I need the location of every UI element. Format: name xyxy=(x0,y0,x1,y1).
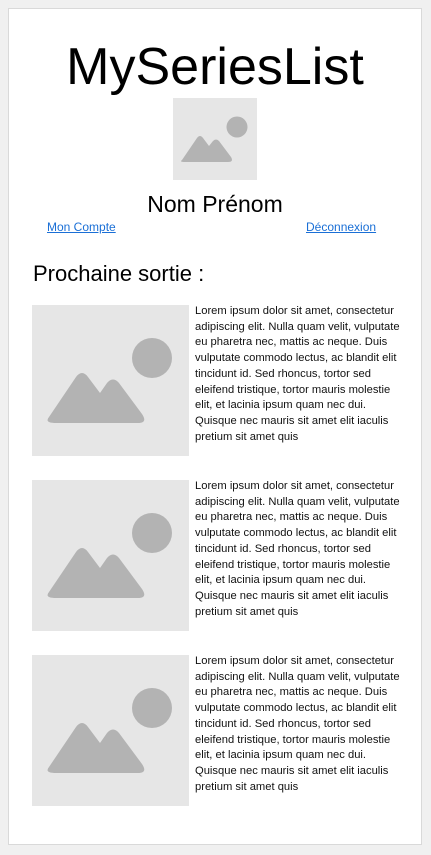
upcoming-list: Lorem ipsum dolor sit amet, consectetur … xyxy=(32,304,402,829)
app-title: MySeriesList xyxy=(66,38,364,96)
image-placeholder-icon xyxy=(32,480,189,631)
image-placeholder-icon xyxy=(173,98,257,180)
item-description: Lorem ipsum dolor sit amet, consectetur … xyxy=(195,655,400,793)
list-item[interactable]: Lorem ipsum dolor sit amet, consectetur … xyxy=(32,654,402,806)
list-item[interactable]: Lorem ipsum dolor sit amet, consectetur … xyxy=(32,479,402,631)
user-name: Nom Prénom xyxy=(147,191,283,217)
section-title: Prochaine sortie : xyxy=(33,261,205,286)
image-placeholder-icon xyxy=(32,655,189,806)
app-frame: MySeriesList Nom Prénom Mon Compte Décon… xyxy=(8,8,422,845)
list-item[interactable]: Lorem ipsum dolor sit amet, consectetur … xyxy=(32,304,402,456)
account-link[interactable]: Mon Compte xyxy=(47,220,116,234)
item-description: Lorem ipsum dolor sit amet, consectetur … xyxy=(195,480,400,618)
avatar[interactable] xyxy=(173,98,257,180)
logout-link[interactable]: Déconnexion xyxy=(306,220,376,234)
image-placeholder-icon xyxy=(32,305,189,456)
item-description: Lorem ipsum dolor sit amet, consectetur … xyxy=(195,305,400,443)
